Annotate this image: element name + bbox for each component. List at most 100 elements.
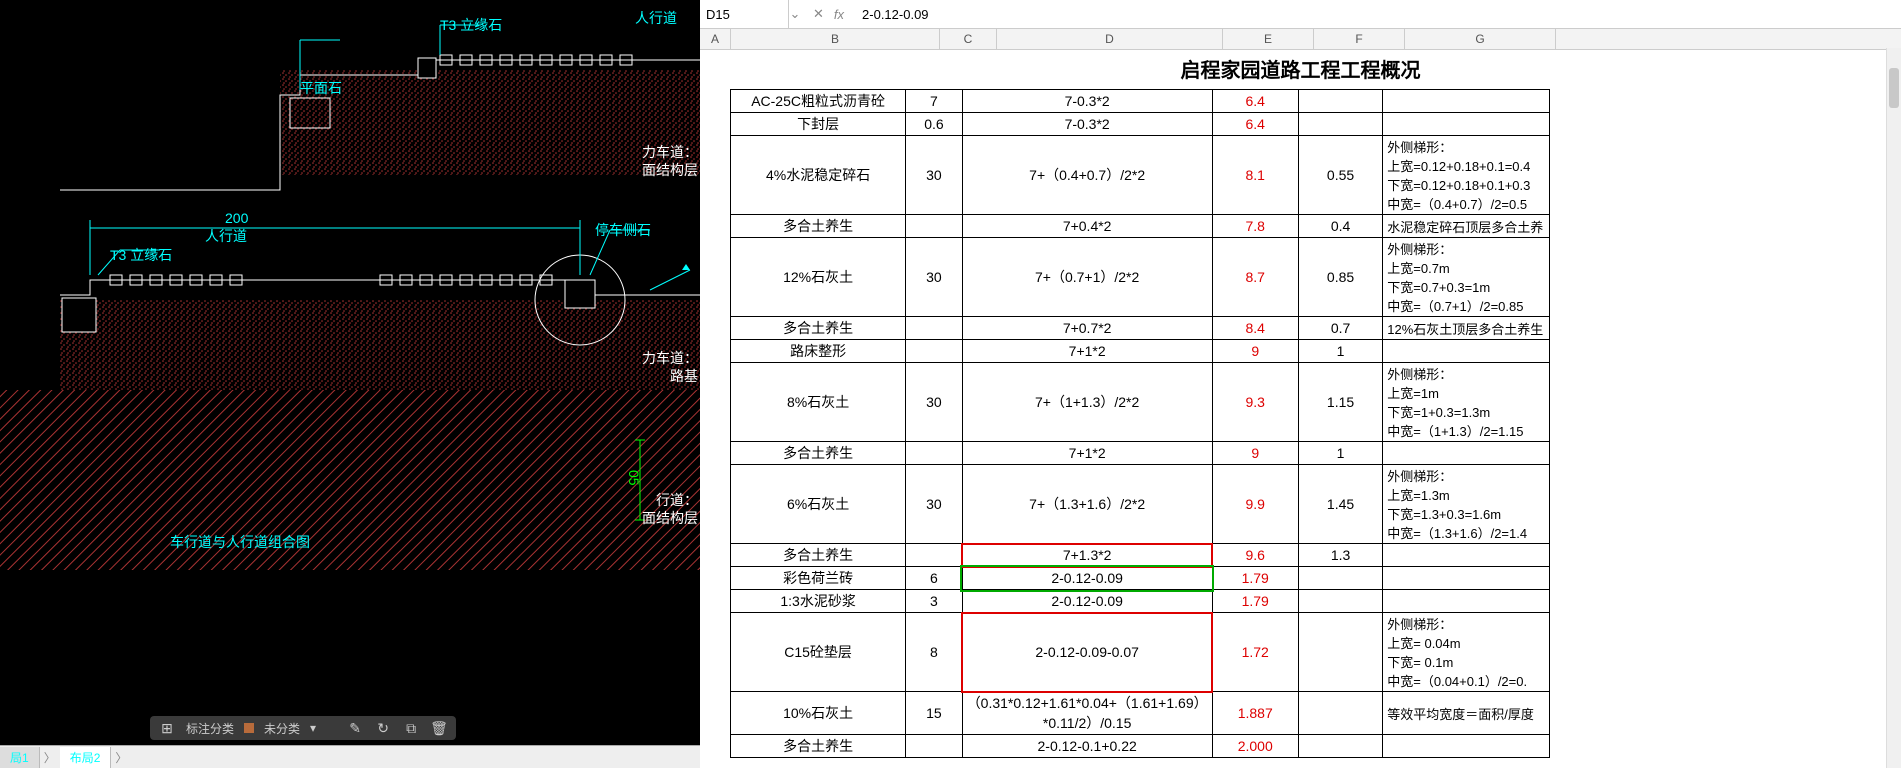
table-row[interactable]: 多合土养生7+0.7*28.40.712%石灰土顶层多合土养生: [731, 317, 1550, 340]
cell[interactable]: [1383, 567, 1550, 590]
name-box[interactable]: D15: [700, 0, 789, 28]
cad-viewport[interactable]: 人行道 T3 立缘石 平面石 力车道： 面结构层 200 人行道 T3 立缘石 …: [0, 0, 700, 768]
cell[interactable]: 2-0.12-0.09-0.07: [962, 613, 1212, 692]
cell[interactable]: 15: [906, 692, 963, 735]
cell[interactable]: 多合土养生: [731, 442, 906, 465]
cell[interactable]: 9: [1212, 442, 1298, 465]
dropdown-icon[interactable]: ▾: [310, 721, 316, 735]
table-row[interactable]: 路床整形7+1*291: [731, 340, 1550, 363]
table-row[interactable]: 8%石灰土307+（1+1.3）/2*29.31.15外侧梯形：上宽=1m下宽=…: [731, 363, 1550, 442]
cell[interactable]: [906, 735, 963, 758]
scrollbar-thumb[interactable]: [1889, 68, 1899, 108]
cell[interactable]: [1298, 590, 1382, 613]
cell[interactable]: 30: [906, 363, 963, 442]
cell[interactable]: 30: [906, 238, 963, 317]
table-row[interactable]: 多合土养生 7+0.4*27.80.4水泥稳定碎石顶层多合土养: [731, 215, 1550, 238]
cell[interactable]: [1383, 590, 1550, 613]
cell[interactable]: 0.6: [906, 113, 963, 136]
cell[interactable]: 1.3: [1298, 544, 1382, 567]
table-row[interactable]: 6%石灰土307+（1.3+1.6）/2*29.91.45外侧梯形：上宽=1.3…: [731, 465, 1550, 544]
cell[interactable]: 2.000: [1212, 735, 1298, 758]
cell[interactable]: 8.7: [1212, 238, 1298, 317]
cell[interactable]: 1.45: [1298, 465, 1382, 544]
cell[interactable]: 2-0.12-0.09: [962, 567, 1212, 590]
col-header-a[interactable]: A: [700, 29, 731, 49]
cell[interactable]: [1383, 90, 1550, 113]
cell[interactable]: 7+1.3*2: [962, 544, 1212, 567]
table-row[interactable]: C15砼垫层82-0.12-0.09-0.071.72 外侧梯形：上宽= 0.04…: [731, 613, 1550, 692]
cell[interactable]: [1298, 90, 1382, 113]
cell[interactable]: [906, 544, 963, 567]
cell[interactable]: 7+（1.3+1.6）/2*2: [962, 465, 1212, 544]
table-row[interactable]: 下封层0.67-0.3*26.4: [731, 113, 1550, 136]
col-header-f[interactable]: F: [1314, 29, 1405, 49]
cell[interactable]: 7+0.4*2: [962, 215, 1212, 238]
refresh-icon[interactable]: ↻: [374, 719, 392, 737]
cell[interactable]: 水泥稳定碎石顶层多合土养: [1383, 215, 1550, 238]
cell[interactable]: [1383, 544, 1550, 567]
cell[interactable]: [1383, 735, 1550, 758]
cell[interactable]: 外侧梯形：上宽=1m下宽=1+0.3=1.3m中宽=（1+1.3）/2=1.15: [1383, 363, 1550, 442]
formula-input[interactable]: 2-0.12-0.09: [856, 7, 1901, 22]
cell[interactable]: C15砼垫层: [731, 613, 906, 692]
cell[interactable]: 7: [906, 90, 963, 113]
cell[interactable]: 多合土养生: [731, 215, 906, 238]
table-row[interactable]: 多合土养生 7+1.3*29.61.3: [731, 544, 1550, 567]
cell[interactable]: 多合土养生: [731, 735, 906, 758]
cell[interactable]: 等效平均宽度＝面积/厚度: [1383, 692, 1550, 735]
cell[interactable]: 7.8: [1212, 215, 1298, 238]
cell[interactable]: 7-0.3*2: [962, 113, 1212, 136]
cell[interactable]: 9: [1212, 340, 1298, 363]
cell[interactable]: 6.4: [1212, 113, 1298, 136]
cell[interactable]: 4%水泥稳定碎石: [731, 136, 906, 215]
col-header-g[interactable]: G: [1405, 29, 1556, 49]
cell[interactable]: 0.85: [1298, 238, 1382, 317]
cell[interactable]: 3: [906, 590, 963, 613]
table-row[interactable]: 彩色荷兰砖62-0.12-0.091.79: [731, 567, 1550, 590]
cell[interactable]: 彩色荷兰砖: [731, 567, 906, 590]
cell[interactable]: [1298, 613, 1382, 692]
cell[interactable]: 2-0.12-0.1+0.22: [962, 735, 1212, 758]
cell[interactable]: 7+（0.4+0.7）/2*2: [962, 136, 1212, 215]
cancel-icon[interactable]: ✕: [813, 6, 824, 22]
cell[interactable]: [906, 442, 963, 465]
cell[interactable]: 1.72: [1212, 613, 1298, 692]
cell[interactable]: 多合土养生: [731, 317, 906, 340]
cell[interactable]: 12%石灰土: [731, 238, 906, 317]
tab-layout1[interactable]: 局1: [0, 747, 40, 768]
cell[interactable]: 外侧梯形：上宽=0.7m下宽=0.7+0.3=1m中宽=（0.7+1）/2=0.…: [1383, 238, 1550, 317]
namebox-dropdown-icon[interactable]: ⌄: [789, 6, 801, 22]
cell[interactable]: [1383, 442, 1550, 465]
cell[interactable]: 1.887: [1212, 692, 1298, 735]
cell[interactable]: 6.4: [1212, 90, 1298, 113]
copy-icon[interactable]: ⧉: [402, 719, 420, 737]
cell[interactable]: 8.4: [1212, 317, 1298, 340]
delete-icon[interactable]: 🗑: [430, 719, 448, 737]
cell[interactable]: 10%石灰土: [731, 692, 906, 735]
cell[interactable]: 多合土养生: [731, 544, 906, 567]
layer-color-swatch[interactable]: [244, 723, 254, 733]
cell[interactable]: 12%石灰土顶层多合土养生: [1383, 317, 1550, 340]
cell[interactable]: 7+（1+1.3）/2*2: [962, 363, 1212, 442]
table-row[interactable]: 4%水泥稳定碎石307+（0.4+0.7）/2*28.10.55外侧梯形：上宽=…: [731, 136, 1550, 215]
fx-icon[interactable]: fx: [834, 7, 844, 22]
edit-icon[interactable]: ✎: [346, 719, 364, 737]
cell[interactable]: 1.79: [1212, 590, 1298, 613]
cell[interactable]: 0.7: [1298, 317, 1382, 340]
cell[interactable]: 1: [1298, 442, 1382, 465]
cell[interactable]: [1298, 692, 1382, 735]
table-row[interactable]: AC-25C粗粒式沥青砼77-0.3*26.4: [731, 90, 1550, 113]
cell[interactable]: 8%石灰土: [731, 363, 906, 442]
cell[interactable]: 30: [906, 465, 963, 544]
table-row[interactable]: 10%石灰土15（0.31*0.12+1.61*0.04+（1.61+1.69）…: [731, 692, 1550, 735]
cell[interactable]: 9.6: [1212, 544, 1298, 567]
cell[interactable]: 6%石灰土: [731, 465, 906, 544]
cell[interactable]: 外侧梯形：上宽= 0.04m下宽= 0.1m中宽=（0.04+0.1）/2=0.: [1383, 613, 1550, 692]
cell[interactable]: [1298, 735, 1382, 758]
cell[interactable]: [1298, 567, 1382, 590]
cell[interactable]: [1298, 113, 1382, 136]
cell[interactable]: [906, 340, 963, 363]
cell[interactable]: 8: [906, 613, 963, 692]
cell[interactable]: 9.9: [1212, 465, 1298, 544]
cell[interactable]: 0.4: [1298, 215, 1382, 238]
